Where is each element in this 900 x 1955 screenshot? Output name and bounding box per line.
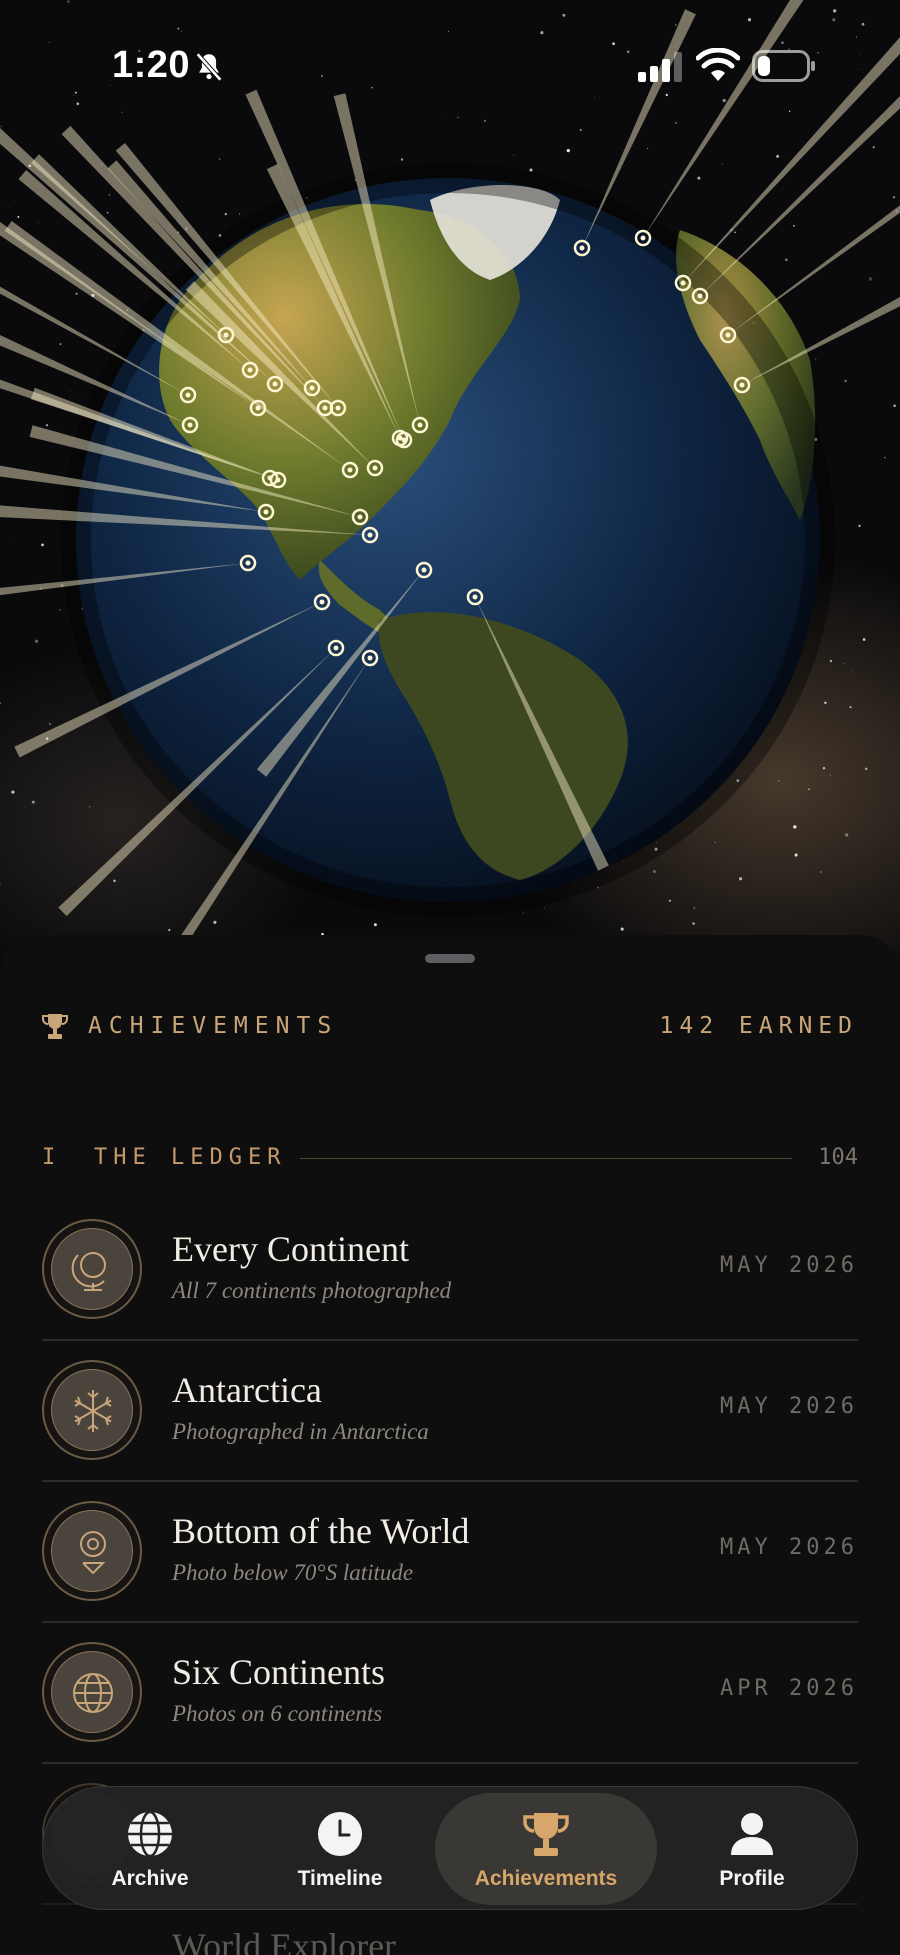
trophy-icon — [42, 1014, 68, 1039]
photo-pin-dot — [223, 332, 229, 338]
section-count: 104 — [818, 1145, 858, 1170]
section-header: I THE LEDGER 104 — [42, 1145, 858, 1181]
tab-timeline[interactable]: Timeline — [245, 1787, 435, 1911]
location-pin-icon — [80, 1531, 106, 1575]
globe-view[interactable]: 1:20 — [0, 0, 900, 960]
photo-pin-dot — [247, 367, 253, 373]
section-divider — [300, 1158, 792, 1159]
photo-pin-dot — [401, 437, 407, 443]
photo-pin-dot — [472, 594, 478, 600]
tab-achievements[interactable]: Achievements — [435, 1793, 657, 1905]
achievement-title: Antarctica — [172, 1370, 322, 1410]
achievement-row[interactable]: Six Continents Photos on 6 continents AP… — [42, 1623, 858, 1764]
achievement-date: MAY 2026 — [720, 1535, 858, 1560]
photo-pin-dot — [319, 599, 325, 605]
cellular-signal-icon — [638, 52, 682, 82]
achievement-row[interactable]: Antarctica Photographed in Antarctica MA… — [42, 1341, 858, 1482]
tab-bar: Archive Timeline Achievements Profile — [42, 1786, 858, 1910]
achievement-badge — [42, 1642, 142, 1742]
globe-grid-icon — [73, 1673, 113, 1713]
photo-pin-dot — [333, 645, 339, 651]
section-title: THE LEDGER — [94, 1145, 287, 1170]
earned-count: 142 EARNED — [659, 1013, 858, 1039]
status-bar: 1:20 — [0, 0, 900, 130]
achievement-badge — [42, 1501, 142, 1601]
photo-pin-dot — [367, 655, 373, 661]
achievement-row[interactable]: Bottom of the World Photo below 70°S lat… — [42, 1482, 858, 1623]
photo-pin-dot — [357, 514, 363, 520]
photo-pin-dot — [275, 477, 281, 483]
wifi-icon — [696, 48, 740, 81]
achievement-badge — [42, 1219, 142, 1319]
achievements-title: ACHIEVEMENTS — [88, 1013, 339, 1039]
achievement-date: MAY 2026 — [720, 1394, 858, 1419]
photo-pin-dot — [680, 280, 686, 286]
photo-pin-dot — [335, 405, 341, 411]
photo-pin-dot — [272, 381, 278, 387]
tab-profile[interactable]: Profile — [657, 1787, 847, 1911]
photo-pin-dot — [417, 422, 423, 428]
battery-icon — [752, 50, 815, 82]
achievement-date: MAY 2026 — [720, 1253, 858, 1278]
achievement-subtitle: Photographed in Antarctica — [172, 1419, 429, 1444]
tab-label: Achievements — [474, 1867, 618, 1890]
achievement-title: Six Continents — [172, 1652, 386, 1692]
sheet-grabber[interactable] — [425, 954, 475, 963]
photo-pin-dot — [579, 245, 585, 251]
globe-stand-icon — [71, 1252, 106, 1291]
photo-pin-dot — [725, 332, 731, 338]
photo-pin-dot — [421, 567, 427, 573]
bell-slash-icon — [195, 52, 223, 82]
person-icon — [731, 1813, 773, 1855]
photo-pin-dot — [640, 235, 646, 241]
achievement-row[interactable]: Every Continent All 7 continents photogr… — [42, 1200, 858, 1341]
photo-pin-dot — [309, 385, 315, 391]
achievements-header: ACHIEVEMENTS 142 EARNED — [42, 1010, 858, 1050]
achievement-subtitle: All 7 continents photographed — [172, 1278, 452, 1303]
photo-pin-dot — [245, 560, 251, 566]
achievement-date: APR 2026 — [720, 1676, 858, 1701]
globe[interactable] — [0, 0, 900, 960]
photo-pin-dot — [263, 509, 269, 515]
status-time: 1:20 — [112, 44, 191, 86]
globe-icon — [128, 1810, 172, 1858]
photo-pin-dot — [367, 532, 373, 538]
tab-label: Archive — [111, 1867, 189, 1890]
tab-label: Timeline — [297, 1867, 383, 1890]
photo-pin-dot — [185, 392, 191, 398]
section-number: I — [42, 1145, 56, 1170]
peek-achievement-title: World Explorer — [172, 1926, 397, 1955]
clock-icon — [318, 1812, 362, 1856]
achievement-title: Every Continent — [172, 1229, 409, 1269]
achievement-title: Bottom of the World — [172, 1511, 470, 1551]
photo-pin-dot — [372, 465, 378, 471]
photo-pin-dot — [697, 293, 703, 299]
photo-pin-dot — [255, 405, 261, 411]
achievement-subtitle: Photos on 6 continents — [172, 1701, 383, 1726]
photo-pin-dot — [322, 405, 328, 411]
snowflake-icon — [74, 1390, 112, 1432]
achievement-badge — [42, 1360, 142, 1460]
photo-pin-dot — [347, 467, 353, 473]
trophy-icon — [523, 1813, 569, 1856]
tab-label: Profile — [719, 1867, 785, 1890]
photo-pin-dot — [739, 382, 745, 388]
achievement-subtitle: Photo below 70°S latitude — [172, 1560, 414, 1585]
tab-archive[interactable]: Archive — [55, 1787, 245, 1911]
photo-pin-dot — [187, 422, 193, 428]
